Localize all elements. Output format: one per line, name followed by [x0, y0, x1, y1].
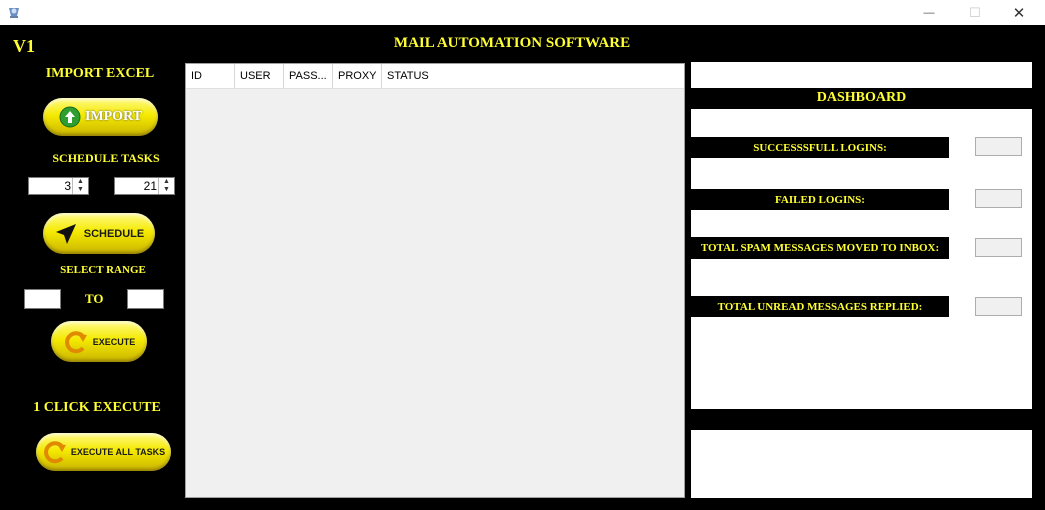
minute-spinner[interactable]: 21 ▲ ▼ — [114, 177, 175, 195]
stat-value-failed-logins — [975, 189, 1022, 208]
table-header: ID USER PASS... PROXY STATUS — [186, 64, 684, 89]
stat-label-unread-replied: TOTAL UNREAD MESSAGES REPLIED: — [691, 296, 949, 317]
import-button-label: IMPORT — [84, 109, 143, 124]
stat-label-failed-logins: FAILED LOGINS: — [691, 189, 949, 210]
execute-button-label: EXECUTE — [92, 336, 136, 347]
range-end-input[interactable] — [127, 289, 164, 309]
app-title: MAIL AUTOMATION SOFTWARE — [393, 35, 631, 51]
log-output-area[interactable] — [691, 430, 1032, 498]
dashboard-top-field — [691, 62, 1032, 88]
column-header-id[interactable]: ID — [186, 64, 235, 88]
minute-spinner-value: 21 — [143, 179, 157, 193]
hour-spinner-arrows[interactable]: ▲ ▼ — [72, 178, 88, 194]
stat-value-unread-replied — [975, 297, 1022, 316]
close-button[interactable]: ✕ — [996, 0, 1042, 25]
column-header-user[interactable]: USER — [235, 64, 284, 88]
cursor-arrow-icon — [55, 223, 76, 244]
spinner-down-icon[interactable]: ▼ — [73, 186, 88, 194]
minimize-button[interactable]: — — [906, 0, 952, 25]
import-heading: IMPORT EXCEL — [45, 66, 155, 81]
accounts-table[interactable]: ID USER PASS... PROXY STATUS — [185, 63, 685, 498]
column-header-status[interactable]: STATUS — [382, 64, 684, 88]
version-label: V1 — [13, 36, 35, 56]
refresh-arrow-icon — [64, 330, 87, 353]
execute-button[interactable]: EXECUTE — [51, 321, 147, 362]
schedule-heading: SCHEDULE TASKS — [52, 151, 160, 165]
stat-value-spam-moved — [975, 238, 1022, 257]
execute-all-button[interactable]: EXECUTE ALL TASKS — [36, 433, 171, 471]
import-button[interactable]: IMPORT — [43, 98, 158, 136]
range-heading: SELECT RANGE — [60, 264, 146, 276]
window-titlebar: — ☐ ✕ — [0, 0, 1045, 25]
maximize-button[interactable]: ☐ — [952, 0, 998, 25]
schedule-button[interactable]: SCHEDULE — [43, 213, 155, 254]
stat-label-successful-logins: SUCCESSSFULL LOGINS: — [691, 137, 949, 158]
minute-spinner-arrows[interactable]: ▲ ▼ — [158, 178, 174, 194]
dashboard-title: DASHBOARD — [816, 90, 907, 105]
execute-all-button-label: EXECUTE ALL TASKS — [70, 447, 166, 457]
app-icon — [9, 8, 19, 18]
hour-spinner[interactable]: 3 ▲ ▼ — [28, 177, 89, 195]
spinner-down-icon[interactable]: ▼ — [159, 186, 174, 194]
range-from-input[interactable] — [24, 289, 61, 309]
one-click-heading: 1 CLICK EXECUTE — [33, 400, 161, 415]
schedule-button-label: SCHEDULE — [83, 227, 145, 240]
range-to-label: TO — [85, 291, 104, 306]
spinner-up-icon[interactable]: ▲ — [159, 178, 174, 186]
stat-label-spam-moved: TOTAL SPAM MESSAGES MOVED TO INBOX: — [691, 237, 949, 259]
column-header-proxy[interactable]: PROXY — [333, 64, 382, 88]
dashboard-panel: SUCCESSSFULL LOGINS: FAILED LOGINS: TOTA… — [691, 109, 1032, 409]
spinner-up-icon[interactable]: ▲ — [73, 178, 88, 186]
column-header-pass[interactable]: PASS... — [284, 64, 333, 88]
hour-spinner-value: 3 — [64, 179, 71, 193]
refresh-arrow-icon — [43, 441, 66, 464]
stat-value-successful-logins — [975, 137, 1022, 156]
upload-arrow-icon — [59, 106, 81, 128]
